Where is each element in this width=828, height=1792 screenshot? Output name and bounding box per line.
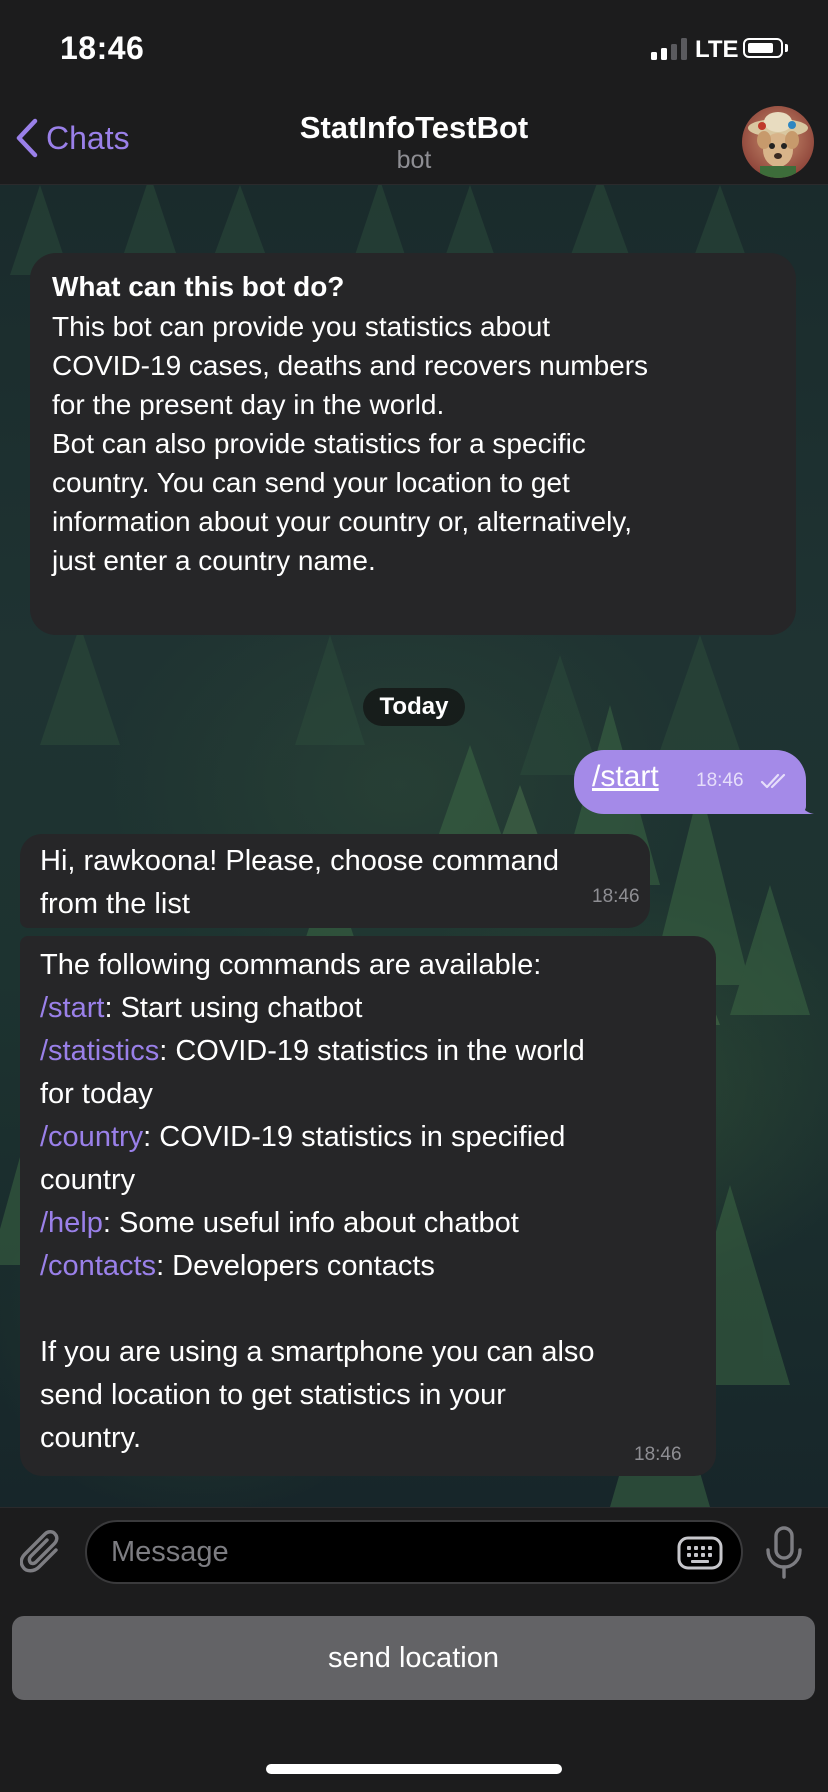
bot-description-title: What can this bot do? bbox=[52, 271, 345, 302]
double-check-icon bbox=[760, 773, 786, 789]
command-item: /country: COVID-19 statistics in specifi… bbox=[40, 1116, 696, 1202]
command-link[interactable]: /help bbox=[40, 1207, 103, 1239]
network-type: LTE bbox=[695, 36, 739, 63]
date-separator: Today bbox=[363, 688, 465, 726]
message-input[interactable] bbox=[85, 1520, 743, 1584]
outgoing-message[interactable]: /start 18:46 bbox=[574, 750, 814, 814]
bot-avatar[interactable] bbox=[742, 106, 814, 178]
incoming-message-text: Hi, rawkoona! Please, choose command fro… bbox=[40, 845, 560, 920]
chat-subtitle: bot bbox=[396, 146, 432, 174]
status-time: 18:46 bbox=[60, 30, 145, 66]
command-description: : Some useful info about chatbot bbox=[102, 1207, 519, 1239]
message-time: 18:46 bbox=[592, 886, 640, 907]
microphone-icon[interactable] bbox=[764, 1526, 804, 1580]
message-composer bbox=[0, 1507, 828, 1598]
bubble-tail bbox=[798, 796, 814, 814]
incoming-message[interactable]: Hi, rawkoona! Please, choose command fro… bbox=[20, 834, 650, 928]
message-time: 18:46 bbox=[634, 1444, 682, 1465]
commands-intro: The following commands are available: bbox=[40, 949, 542, 981]
command-item: /help: Some useful info about chatbot bbox=[40, 1202, 696, 1245]
home-indicator bbox=[266, 1764, 562, 1774]
command-item: /contacts: Developers contacts bbox=[40, 1245, 696, 1288]
outgoing-message-text[interactable]: /start bbox=[592, 760, 659, 794]
command-description: : Start using chatbot bbox=[104, 992, 363, 1024]
battery-icon bbox=[743, 38, 783, 58]
signal-strength-icon bbox=[651, 38, 687, 60]
bot-keyboard-icon[interactable] bbox=[677, 1536, 723, 1570]
paperclip-icon[interactable] bbox=[20, 1528, 64, 1578]
message-time: 18:46 bbox=[696, 770, 744, 791]
commands-footer: If you are using a smartphone you can al… bbox=[40, 1336, 595, 1454]
incoming-message[interactable]: The following commands are available: /s… bbox=[20, 936, 716, 1476]
command-link[interactable]: /contacts bbox=[40, 1250, 156, 1282]
command-link[interactable]: /start bbox=[40, 992, 104, 1024]
bot-keyboard: send location bbox=[0, 1598, 828, 1792]
battery-nub bbox=[785, 44, 788, 52]
command-description: : Developers contacts bbox=[156, 1250, 435, 1282]
chat-header: Chats StatInfoTestBot bot bbox=[0, 100, 828, 185]
bot-description-text: This bot can provide you statistics abou… bbox=[52, 311, 649, 576]
send-location-button[interactable]: send location bbox=[12, 1616, 815, 1700]
chat-title[interactable]: StatInfoTestBot bbox=[0, 110, 828, 146]
command-link[interactable]: /statistics bbox=[40, 1035, 159, 1067]
command-item: /statistics: COVID-19 statistics in the … bbox=[40, 1030, 696, 1116]
command-link[interactable]: /country bbox=[40, 1121, 143, 1153]
status-bar: 18:46 LTE bbox=[0, 0, 828, 100]
bot-description-card: What can this bot do? This bot can provi… bbox=[30, 253, 796, 635]
chat-area[interactable]: What can this bot do? This bot can provi… bbox=[0, 185, 828, 1507]
command-item: /start: Start using chatbot bbox=[40, 987, 696, 1030]
